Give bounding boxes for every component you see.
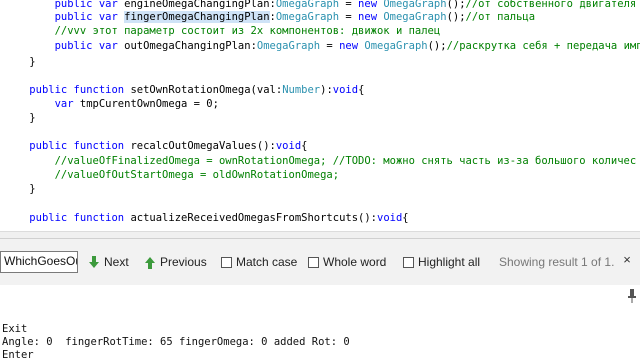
console-line: Angle: 0 fingerRotTime: 65 fingerOmega: …: [2, 336, 350, 348]
code-line: }: [4, 182, 36, 196]
match-case-label: Match case: [236, 255, 298, 269]
code-keyword: public function: [29, 140, 131, 152]
code-editor[interactable]: public var engineOmegaChangingPlan:Omega…: [0, 0, 640, 231]
next-label: Next: [104, 255, 129, 269]
code-line: public var fingerOmegaChangingPlan:Omega…: [4, 10, 535, 24]
pin-icon[interactable]: [628, 289, 636, 303]
code-keyword: public function: [29, 84, 131, 96]
code-token: {: [358, 84, 365, 96]
arrow-down-icon: [89, 255, 99, 268]
console-line: Enter: [2, 349, 34, 360]
match-case-toggle[interactable]: Match case: [221, 253, 297, 271]
code-identifier: setOwnRotationOmega(val: [130, 84, 276, 96]
code-line: public function recalcOutOmegaValues():v…: [4, 139, 307, 153]
code-comment: //valueOfFinalizedOmega = ownRotationOme…: [54, 155, 637, 167]
code-identifier: outOmegaChangingPlan: [124, 40, 251, 52]
console-line: Exit: [2, 323, 28, 335]
code-type: OmegaGraph: [383, 0, 447, 10]
code-token: {: [301, 140, 308, 152]
code-keyword: void: [332, 84, 359, 96]
code-keyword: public var: [54, 40, 125, 52]
code-token: ();: [427, 40, 447, 52]
code-keyword: new: [358, 11, 384, 23]
code-line: //valueOfFinalizedOmega = ownRotationOme…: [4, 154, 637, 168]
code-line: }: [4, 55, 36, 69]
code-token: ();: [446, 0, 466, 10]
code-line: public var outOmegaChangingPlan:OmegaGra…: [4, 39, 640, 53]
code-token: = 0;: [187, 98, 219, 110]
previous-button[interactable]: Previous: [144, 253, 207, 271]
previous-label: Previous: [160, 255, 207, 269]
code-line: public function setOwnRotationOmega(val:…: [4, 83, 364, 97]
find-input[interactable]: WhichGoesOut: [0, 251, 78, 273]
code-type: OmegaGraph: [275, 0, 340, 10]
code-comment: //valueOfOutStartOmega = oldOwnRotationO…: [54, 169, 340, 181]
find-status: Showing result 1 of 1.: [499, 255, 615, 269]
code-comment: //раскрутка себя + передача имп: [446, 40, 640, 52]
code-keyword: new: [339, 40, 365, 52]
highlight-all-checkbox[interactable]: [403, 256, 414, 268]
code-comment: //от пальца: [465, 11, 536, 23]
code-type: OmegaGraph: [256, 40, 321, 52]
find-bar: WhichGoesOut Next Previous Match case Wh…: [0, 238, 640, 286]
whole-word-label: Whole word: [323, 255, 387, 269]
code-line: public function actualizeReceivedOmegasF…: [4, 211, 409, 225]
code-token: }: [29, 56, 36, 68]
code-token: {: [402, 212, 409, 224]
code-token: =: [339, 11, 359, 23]
code-line: }: [4, 111, 36, 125]
arrow-up-icon: [145, 256, 155, 269]
code-type: OmegaGraph: [383, 11, 447, 23]
code-token: }: [29, 112, 36, 124]
code-identifier: recalcOutOmegaValues():: [130, 140, 276, 152]
code-keyword: void: [275, 140, 302, 152]
code-keyword: public var: [54, 0, 125, 10]
code-token: }: [29, 183, 36, 195]
code-type: OmegaGraph: [364, 40, 428, 52]
horizontal-scrollbar[interactable]: [0, 231, 640, 238]
highlight-all-label: Highlight all: [418, 255, 481, 269]
code-token: =: [339, 0, 359, 10]
code-identifier: engineOmegaChangingPlan: [124, 0, 270, 10]
code-type: OmegaGraph: [275, 11, 340, 23]
code-type: Number: [282, 84, 321, 96]
match-case-checkbox[interactable]: [221, 256, 232, 268]
code-line: //vvv этот параметр состоит из 2х компон…: [4, 24, 441, 38]
console-panel: Exit Angle: 0 fingerRotTime: 65 fingerOm…: [0, 285, 640, 360]
code-keyword: new: [358, 0, 384, 10]
whole-word-toggle[interactable]: Whole word: [308, 253, 386, 271]
next-button[interactable]: Next: [88, 253, 129, 271]
code-line: //valueOfOutStartOmega = oldOwnRotationO…: [4, 168, 339, 182]
whole-word-checkbox[interactable]: [308, 256, 319, 268]
code-token: ();: [446, 11, 466, 23]
code-keyword: public function: [29, 212, 131, 224]
code-keyword: void: [377, 212, 403, 224]
code-comment: //от собственного двигателя: [465, 0, 637, 10]
code-keyword: var: [54, 98, 80, 110]
close-find-bar-button[interactable]: ×: [620, 253, 634, 267]
code-identifier: tmpCurentOwnOmega: [79, 98, 188, 110]
code-comment: //vvv этот параметр состоит из 2х компон…: [54, 25, 441, 37]
highlight-all-toggle[interactable]: Highlight all: [403, 253, 480, 271]
code-identifier: actualizeReceivedOmegasFromShortcuts():: [130, 212, 377, 224]
code-identifier: fingerOmegaChangingPlan: [124, 11, 270, 23]
code-token: ):: [320, 84, 333, 96]
code-line: var tmpCurentOwnOmega = 0;: [4, 97, 219, 111]
code-token: =: [320, 40, 340, 52]
code-keyword: public var: [54, 11, 125, 23]
close-icon: ×: [623, 252, 631, 267]
